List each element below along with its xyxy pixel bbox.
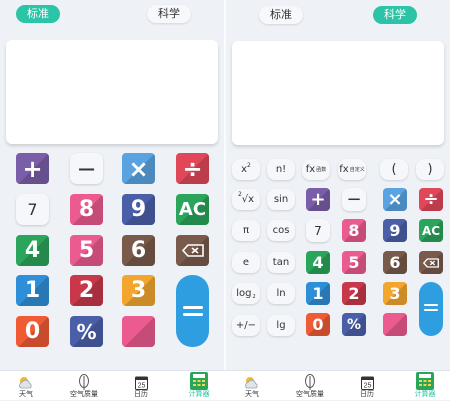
right-paren-key[interactable]: ) [416,159,444,180]
tan-key[interactable]: tan [267,252,295,273]
svg-text:25: 25 [363,383,371,390]
bottom-navigation: 天气 空气质量 25 日历 计算器 天气 空气质量 25 日历 计算器 [0,370,450,400]
key-7[interactable]: 7 [306,219,330,242]
key-9[interactable]: 9 [383,219,407,242]
divide-key[interactable]: ÷ [176,153,209,184]
nav-air-quality[interactable]: 空气质量 [64,373,104,401]
backspace-key[interactable] [419,251,443,274]
backspace-icon [181,244,204,257]
result-display [6,40,218,144]
plus-key[interactable]: + [16,153,49,184]
function-key[interactable]: fx 函数 [302,159,330,180]
key-0[interactable]: 0 [16,316,49,347]
percent-key[interactable]: % [342,313,366,336]
tab-scientific[interactable]: 科学 [373,6,417,24]
factorial-key[interactable]: n! [267,159,295,180]
pi-key[interactable]: π [232,220,260,241]
nav-label: 计算器 [188,390,210,398]
nav-label: 日历 [360,390,374,398]
nav-calculator[interactable]: 计算器 [179,372,219,401]
tab-scientific[interactable]: 科学 [147,5,191,23]
standard-calculator-panel: 标准 科学 + − × ÷ 7 8 9 AC 4 5 6 1 2 3 0 % [0,0,224,370]
log-key[interactable]: log 2 [232,283,260,304]
lg-key[interactable]: lg [267,315,295,336]
decimal-key[interactable] [122,316,155,347]
minus-key[interactable]: − [70,153,103,184]
tab-standard[interactable]: 标准 [259,6,303,24]
scientific-calculator-panel: 标准 科学 x2 n! fx 函数 fx 自定义 ( ) 2 √x sin π cos… [226,0,450,370]
calculator-icon [416,372,434,390]
key-7[interactable]: 7 [16,194,49,225]
key-1[interactable]: 1 [306,282,330,305]
nav-weather[interactable]: 天气 [6,373,46,401]
key-4[interactable]: 4 [306,251,330,274]
nav-label: 天气 [19,390,33,398]
nav-label: 天气 [245,390,259,398]
key-8[interactable]: 8 [342,219,366,242]
leaf-icon [305,374,315,390]
nav-calculator[interactable]: 计算器 [405,372,445,401]
sin-key[interactable]: sin [267,189,295,210]
nav-weather[interactable]: 天气 [232,373,272,401]
key-6[interactable]: 6 [122,235,155,266]
multiply-key[interactable]: × [383,188,407,211]
cos-key[interactable]: cos [267,220,295,241]
plus-minus-key[interactable]: +/− [232,315,260,336]
plus-key[interactable]: + [306,188,330,211]
divide-key[interactable]: ÷ [419,188,443,211]
backspace-key[interactable] [176,235,209,266]
e-key[interactable]: e [232,252,260,273]
key-2[interactable]: 2 [70,275,103,306]
minus-key[interactable]: − [342,188,366,211]
equals-key[interactable] [419,282,443,336]
calculator-icon [190,372,208,390]
key-0[interactable]: 0 [306,313,330,336]
weather-icon [19,377,32,389]
square-key[interactable]: x2 [232,159,260,180]
key-2[interactable]: 2 [342,282,366,305]
key-9[interactable]: 9 [122,194,155,225]
nav-label: 空气质量 [296,390,324,398]
calendar-icon: 25 [360,376,374,390]
percent-key[interactable]: % [70,316,103,347]
calendar-icon: 25 [134,376,148,390]
multiply-key[interactable]: × [122,153,155,184]
ln-key[interactable]: ln [267,283,295,304]
result-display [232,41,444,145]
key-5[interactable]: 5 [342,251,366,274]
nav-air-quality[interactable]: 空气质量 [290,373,330,401]
nav-label: 日历 [134,390,148,398]
nav-calendar[interactable]: 25 日历 [347,373,387,401]
weather-icon [245,377,258,389]
nav-label: 空气质量 [70,390,98,398]
equals-key[interactable] [176,275,209,347]
tab-standard[interactable]: 标准 [16,5,60,23]
key-5[interactable]: 5 [70,235,103,266]
leaf-icon [79,374,89,390]
key-6[interactable]: 6 [383,251,407,274]
nav-label: 计算器 [414,390,436,398]
all-clear-key[interactable]: AC [176,194,209,225]
key-3[interactable]: 3 [122,275,155,306]
backspace-icon [423,257,439,268]
svg-text:25: 25 [137,383,145,390]
custom-function-key[interactable]: fx 自定义 [338,159,366,180]
sqrt-key[interactable]: 2 √x [232,189,260,210]
equals-icon [182,306,203,316]
key-8[interactable]: 8 [70,194,103,225]
left-paren-key[interactable]: ( [380,159,408,180]
all-clear-key[interactable]: AC [419,219,443,242]
key-4[interactable]: 4 [16,235,49,266]
key-3[interactable]: 3 [383,282,407,305]
decimal-key[interactable] [383,313,407,336]
nav-calendar[interactable]: 25 日历 [121,373,161,401]
equals-icon [424,304,438,314]
key-1[interactable]: 1 [16,275,49,306]
